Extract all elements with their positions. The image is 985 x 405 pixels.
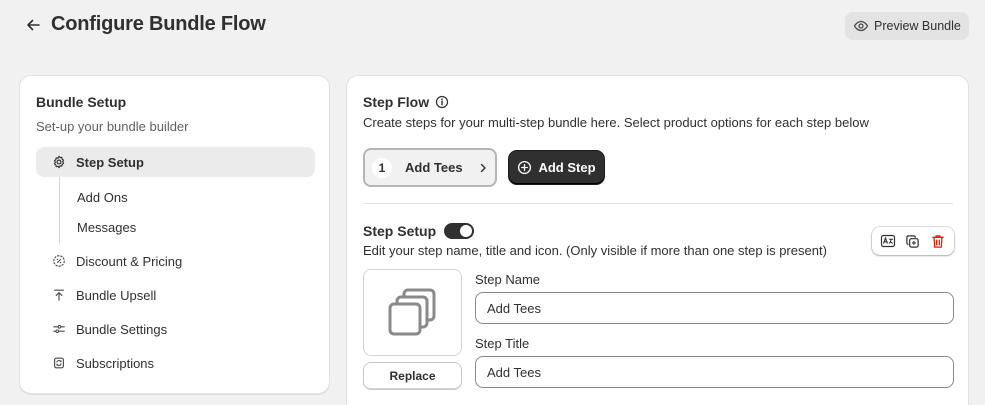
sidebar-item-step-setup[interactable]: Step Setup <box>36 147 315 177</box>
step-name-label: Step Name <box>475 272 541 287</box>
eye-icon <box>853 20 869 32</box>
gear-icon <box>51 154 67 170</box>
preview-bundle-button[interactable]: Preview Bundle <box>845 12 969 40</box>
sidebar-item-label: Discount & Pricing <box>76 253 183 269</box>
step-actions-group <box>872 227 954 255</box>
discount-icon <box>51 253 67 269</box>
sliders-icon <box>51 321 67 337</box>
sidebar-item-bundle-settings[interactable]: Bundle Settings <box>36 314 315 344</box>
sub-nav-line <box>59 177 60 244</box>
step-flow-card: Step Flow Create steps for your multi-st… <box>346 75 969 405</box>
sidebar-item-label: Step Setup <box>76 154 144 170</box>
toggle-knob <box>460 225 473 237</box>
page-title: Configure Bundle Flow <box>51 13 266 35</box>
plus-circle-icon <box>518 160 532 175</box>
stacked-squares-icon <box>388 288 435 335</box>
sidebar-item-label: Bundle Settings <box>76 321 168 337</box>
step-setup-toggle[interactable] <box>444 223 475 239</box>
step-name-input[interactable] <box>475 292 954 324</box>
sidebar-item-label: Subscriptions <box>76 355 155 371</box>
step-icon-preview <box>363 269 462 356</box>
bundle-setup-card: Bundle Setup Set-up your bundle builder … <box>19 75 330 394</box>
arrow-left-icon <box>27 19 40 31</box>
back-button[interactable] <box>22 14 44 36</box>
step-setup-description: Edit your step name, title and icon. (On… <box>363 243 827 258</box>
step-pill-add-tees[interactable]: 1 Add Tees <box>363 148 497 187</box>
replace-icon-button[interactable]: Replace <box>363 362 462 390</box>
chevron-right-icon <box>477 162 489 174</box>
subscription-icon <box>51 355 67 371</box>
page-header: Configure Bundle Flow Preview Bundle <box>0 0 985 56</box>
sidebar-subitem-add-ons[interactable]: Add Ons <box>77 190 128 205</box>
info-icon[interactable] <box>435 95 449 109</box>
add-step-button[interactable]: Add Step <box>509 151 604 184</box>
step-flow-description: Create steps for your multi-step bundle … <box>363 115 869 130</box>
add-step-label: Add Step <box>538 160 596 175</box>
duplicate-button[interactable] <box>902 230 924 252</box>
step-number-badge: 1 <box>372 157 392 178</box>
sidebar-subitem-messages[interactable]: Messages <box>77 220 136 235</box>
trash-icon <box>931 234 944 248</box>
preview-bundle-label: Preview Bundle <box>874 19 961 33</box>
step-pill-label: Add Tees <box>405 160 463 175</box>
bundle-setup-title: Bundle Setup <box>36 94 127 110</box>
section-divider <box>363 203 953 204</box>
step-flow-heading: Step Flow <box>363 94 449 110</box>
sidebar-item-subscriptions[interactable]: Subscriptions <box>36 348 315 378</box>
translate-button[interactable] <box>877 230 899 252</box>
sidebar-item-bundle-upsell[interactable]: Bundle Upsell <box>36 280 315 310</box>
duplicate-icon <box>906 234 920 248</box>
step-setup-heading: Step Setup <box>363 223 475 239</box>
step-title-label: Step Title <box>475 336 530 351</box>
delete-button[interactable] <box>927 230 949 252</box>
step-flow-title: Step Flow <box>363 94 430 110</box>
step-title-input[interactable] <box>475 356 954 388</box>
bundle-setup-subtitle: Set-up your bundle builder <box>36 119 189 134</box>
upload-icon <box>51 287 67 303</box>
sidebar-item-discount-pricing[interactable]: Discount & Pricing <box>36 246 315 276</box>
step-setup-title: Step Setup <box>363 223 437 239</box>
translate-icon <box>881 234 896 248</box>
sidebar-item-label: Bundle Upsell <box>76 287 157 303</box>
